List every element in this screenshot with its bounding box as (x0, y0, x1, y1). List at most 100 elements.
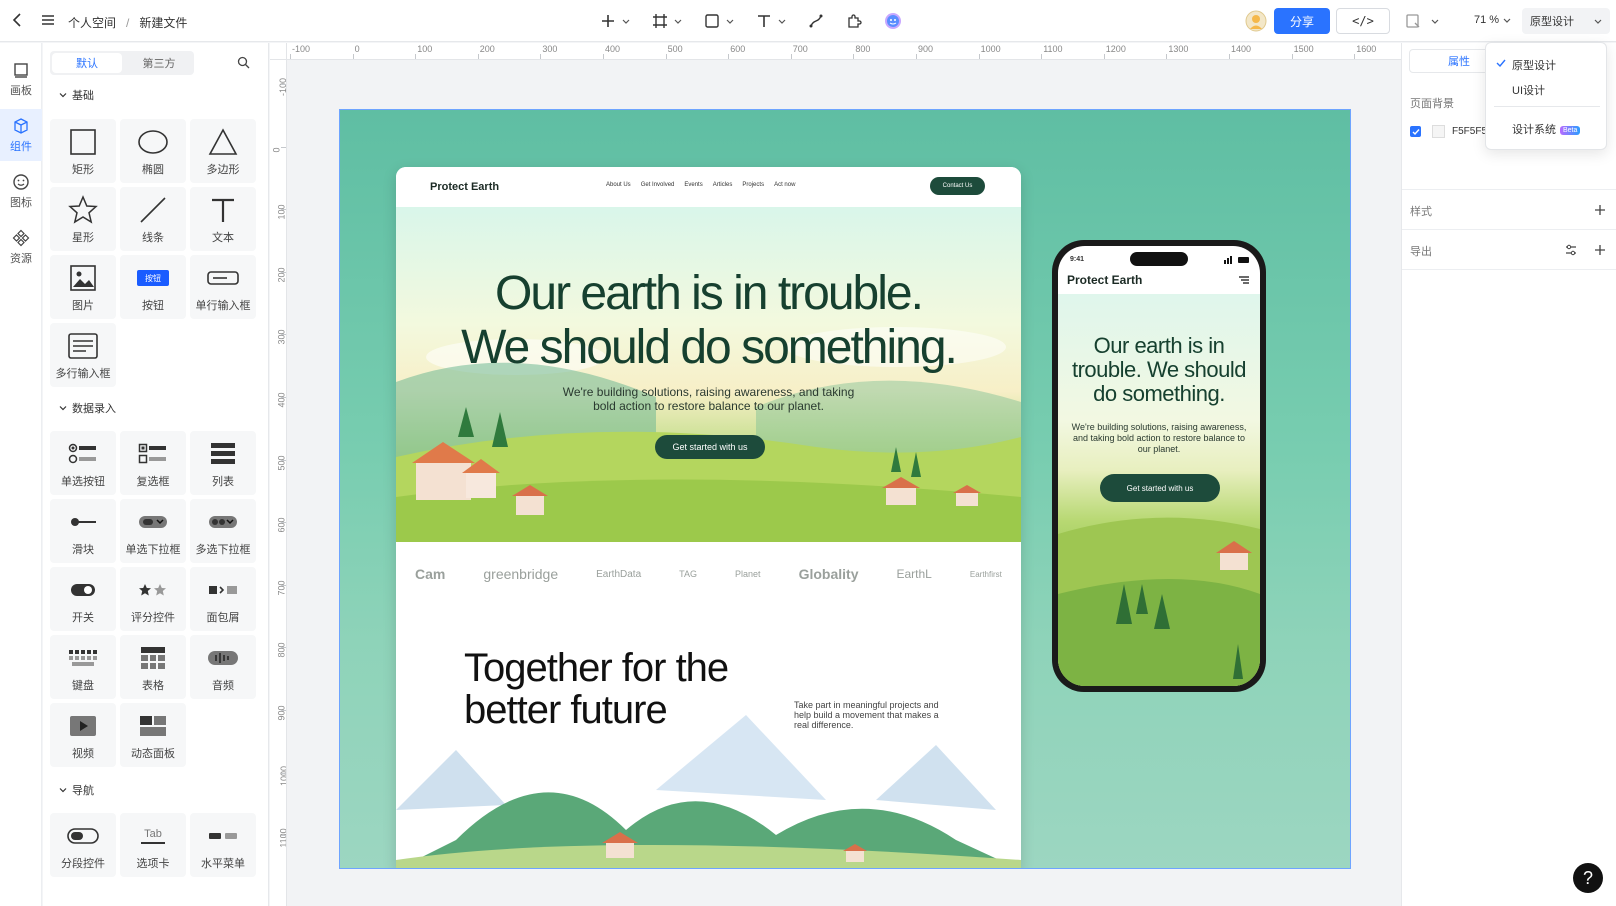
ruler-left-tick (281, 459, 286, 461)
canvas[interactable]: Protect Earth About Us Get Involved Even… (287, 60, 1401, 906)
ruler-top-tick (1103, 54, 1105, 59)
shape-tool[interactable] (698, 7, 740, 35)
component-table[interactable]: 表格 (120, 635, 186, 699)
artboard[interactable]: Protect Earth About Us Get Involved Even… (339, 109, 1351, 869)
preview-tool[interactable] (1405, 13, 1439, 29)
nav-link: About Us (606, 182, 631, 188)
back-icon[interactable] (10, 12, 26, 28)
code-button[interactable]: </> (1336, 8, 1390, 34)
color-swatch[interactable] (1432, 125, 1445, 138)
component-keyboard[interactable]: 键盘 (50, 635, 116, 699)
component-video[interactable]: 视频 (50, 703, 116, 767)
page-bg-checkbox[interactable] (1410, 126, 1421, 137)
ruler-left-tick (281, 647, 286, 649)
menu-icon[interactable] (40, 12, 56, 28)
phone-cta: Get started with us (1100, 474, 1220, 502)
pen-tool[interactable] (802, 7, 830, 35)
share-button[interactable]: 分享 (1274, 8, 1330, 34)
tab-default[interactable]: 默认 (52, 53, 122, 73)
component-star[interactable]: 星形 (50, 187, 116, 251)
ruler-top-tick (916, 54, 917, 59)
pen-icon (809, 14, 823, 28)
help-button[interactable]: ? (1573, 863, 1603, 893)
tab-third-party[interactable]: 第三方 (124, 51, 194, 75)
section-title: 导航 (72, 785, 94, 797)
component-checkbox[interactable]: 复选框 (120, 431, 186, 495)
component-breadcrumb[interactable]: 面包屑 (190, 567, 256, 631)
ruler-left-label: 0 (271, 147, 282, 153)
partner-logo: Earthfirst (969, 569, 1002, 579)
dropdown-item-ui-design[interactable]: UI设计 (1512, 82, 1545, 98)
component-slider[interactable]: 滑块 (50, 499, 116, 563)
section-basic[interactable]: 基础 (59, 87, 94, 103)
component-button[interactable]: 按钮 按钮 (120, 255, 186, 319)
component-text[interactable]: 文本 (190, 187, 256, 251)
ai-assistant[interactable] (878, 7, 908, 35)
component-tool[interactable] (840, 7, 868, 35)
text-icon (212, 198, 234, 222)
component-image[interactable]: 图片 (50, 255, 116, 319)
search-icon[interactable] (237, 56, 250, 72)
section-nav[interactable]: 导航 (59, 782, 94, 798)
frame-tool[interactable] (646, 7, 688, 35)
component-horizontal-menu[interactable]: 水平菜单 (190, 813, 256, 877)
component-dynamic-panel[interactable]: 动态面板 (120, 703, 186, 767)
component-radio[interactable]: 单选按钮 (50, 431, 116, 495)
ruler-left-label: 500 (276, 455, 287, 471)
rail-item-icons[interactable]: 图标 (0, 165, 42, 217)
phone-mockup[interactable]: 9:41 Protect Earth Our earth is in troub… (1052, 240, 1266, 692)
component-list[interactable]: 列表 (190, 431, 256, 495)
panel-tabs: 默认 第三方 (50, 51, 194, 75)
breadcrumb-space[interactable]: 个人空间 (68, 14, 116, 31)
properties-panel: 属性 页面背景 F5F5F5 样式 导出 (1401, 43, 1616, 906)
zoom-control[interactable]: 71 % (1474, 14, 1511, 26)
component-multi-select[interactable]: 多选下拉框 (190, 499, 256, 563)
plus-icon[interactable] (1594, 204, 1606, 216)
ruler-left-tick (281, 84, 286, 85)
avatar[interactable] (1245, 10, 1267, 32)
component-single-select[interactable]: 单选下拉框 (120, 499, 186, 563)
ruler-top-label: 1000 (980, 44, 1001, 54)
component-polygon[interactable]: 多边形 (190, 119, 256, 183)
text-tool[interactable] (750, 7, 792, 35)
ruler-top-tick (790, 54, 792, 59)
component-segmented[interactable]: 分段控件 (50, 813, 116, 877)
add-tool[interactable] (594, 7, 636, 35)
ruler-top-label: 1300 (1168, 44, 1189, 54)
rail-item-artboard[interactable]: 画板 (0, 53, 42, 105)
rail-item-components[interactable]: 组件 (0, 109, 42, 161)
component-rectangle[interactable]: 矩形 (50, 119, 116, 183)
component-label: 多选下拉框 (195, 544, 251, 556)
desktop-mockup[interactable]: Protect Earth About Us Get Involved Even… (396, 167, 1021, 868)
ruler-top-tick (290, 54, 291, 59)
component-multi-input[interactable]: 多行输入框 (50, 323, 116, 387)
dropdown-item-design-system[interactable]: 设计系统 Beta (1512, 121, 1581, 137)
component-single-input[interactable]: 单行输入框 (190, 255, 256, 319)
ruler-top-tick (603, 54, 604, 59)
ruler-left-tick (281, 584, 286, 586)
mountain-illustration (396, 715, 1021, 868)
component-line[interactable]: 线条 (120, 187, 186, 251)
rail-item-assets[interactable]: 资源 (0, 221, 42, 273)
component-switch[interactable]: 开关 (50, 567, 116, 631)
file-name[interactable]: 新建文件 (139, 14, 187, 31)
component-ellipse[interactable]: 椭圆 (120, 119, 186, 183)
dropdown-item-prototype[interactable]: 原型设计 (1512, 57, 1556, 73)
settings-sliders-icon[interactable] (1565, 244, 1577, 256)
contact-button: Contact Us (930, 177, 985, 195)
component-tabs[interactable]: Tab 选项卡 (120, 813, 186, 877)
mode-select[interactable]: 原型设计 (1522, 8, 1610, 34)
ruler-top-label: 1100 (1043, 44, 1063, 54)
ruler-top-tick (1354, 54, 1356, 59)
plus-icon (602, 15, 614, 27)
ruler-left-label: 400 (276, 392, 287, 408)
page-bg-value[interactable]: F5F5F5 (1452, 126, 1487, 137)
phone-subtitle: We're building solutions, raising awaren… (1071, 422, 1247, 454)
component-rating[interactable]: 评分控件 (120, 567, 186, 631)
ruler-left-label: 100 (276, 204, 287, 220)
plus-icon[interactable] (1594, 244, 1606, 256)
status-icons (1224, 256, 1249, 264)
section-data-entry[interactable]: 数据录入 (59, 400, 116, 416)
component-audio[interactable]: 音频 (190, 635, 256, 699)
assets-icon (12, 229, 30, 246)
